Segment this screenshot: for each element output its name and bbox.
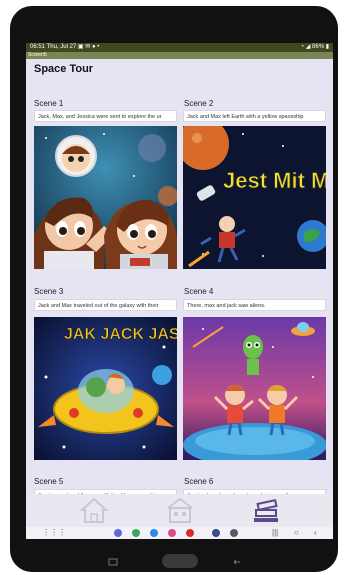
library-icon: [254, 499, 278, 522]
scene-1-caption[interactable]: Jack, Max, and Jessica were sent to expl…: [34, 110, 177, 122]
gallery-icon: [167, 497, 193, 523]
scene-2-caption[interactable]: Jack and Max left Earth with a yellow sp…: [183, 110, 326, 122]
page-title: Space Tour: [34, 63, 94, 75]
scene-2-label: Scene 2: [184, 99, 214, 108]
home-icon: [79, 497, 109, 523]
battery-level: 86%: [312, 44, 325, 50]
scene-4-image[interactable]: [183, 317, 326, 460]
bottom-nav: [26, 494, 333, 527]
back-hw-icon[interactable]: [232, 557, 242, 567]
scene-3-caption[interactable]: Jack and Max traveled out of the galaxy …: [34, 299, 177, 311]
scene-4-label: Scene 4: [184, 287, 214, 296]
app-drawer-icon[interactable]: ⋮⋮⋮: [42, 527, 66, 539]
screen-name-bar: Screen5: [26, 52, 333, 59]
dock-app-icon-5[interactable]: [186, 529, 194, 537]
scene-2-image[interactable]: Jest Mit MACK: [183, 126, 326, 269]
scene-1-image[interactable]: [34, 126, 177, 269]
back-chevron-icon[interactable]: ‹: [314, 527, 317, 539]
scene-2-title-text: Jest Mit MACK: [223, 168, 326, 193]
home-circle-icon[interactable]: ○: [294, 527, 299, 539]
nav-home-button[interactable]: [74, 496, 114, 524]
scene-5-label: Scene 5: [34, 477, 64, 486]
recent-apps-icon[interactable]: |||: [272, 527, 278, 539]
recent-apps-hw-icon[interactable]: [108, 557, 118, 567]
dock-app-icon-6[interactable]: [212, 529, 220, 537]
dock-app-icon-1[interactable]: [114, 529, 122, 537]
scroll-content[interactable]: Space Tour Scene 1 Jack, Max, and Jessic…: [26, 59, 333, 527]
nav-library-button[interactable]: [246, 496, 286, 524]
dock-app-icon-4[interactable]: [168, 529, 176, 537]
scene-1-label: Scene 1: [34, 99, 64, 108]
status-date: Thu, Jul 27: [46, 44, 77, 50]
scene-6-label: Scene 6: [184, 477, 214, 486]
status-bar: 06:51 Thu, Jul 27 ▣ ✉ ● • ◔ ◢ 86% ▮: [26, 43, 333, 52]
scene-4-caption[interactable]: There, max and jack saw aliens.: [183, 299, 326, 311]
screen-name: Screen5: [28, 52, 47, 58]
scene-3-title-text: JAK JACK JASCICY: [64, 326, 177, 343]
scene-3-label: Scene 3: [34, 287, 64, 296]
dock-app-icon-3[interactable]: [150, 529, 158, 537]
dock-app-icon-2[interactable]: [132, 529, 140, 537]
screen: 06:51 Thu, Jul 27 ▣ ✉ ● • ◔ ◢ 86% ▮ Scre…: [26, 43, 333, 539]
dock-app-icon-7[interactable]: [230, 529, 238, 537]
scene-3-image[interactable]: JAK JACK JASCICY: [34, 317, 177, 460]
system-nav-bar: ⋮⋮⋮ ||| ○ ‹: [26, 527, 333, 539]
status-time: 06:51: [30, 44, 46, 50]
nav-gallery-button[interactable]: [160, 496, 200, 524]
home-hw-button[interactable]: [162, 554, 198, 568]
